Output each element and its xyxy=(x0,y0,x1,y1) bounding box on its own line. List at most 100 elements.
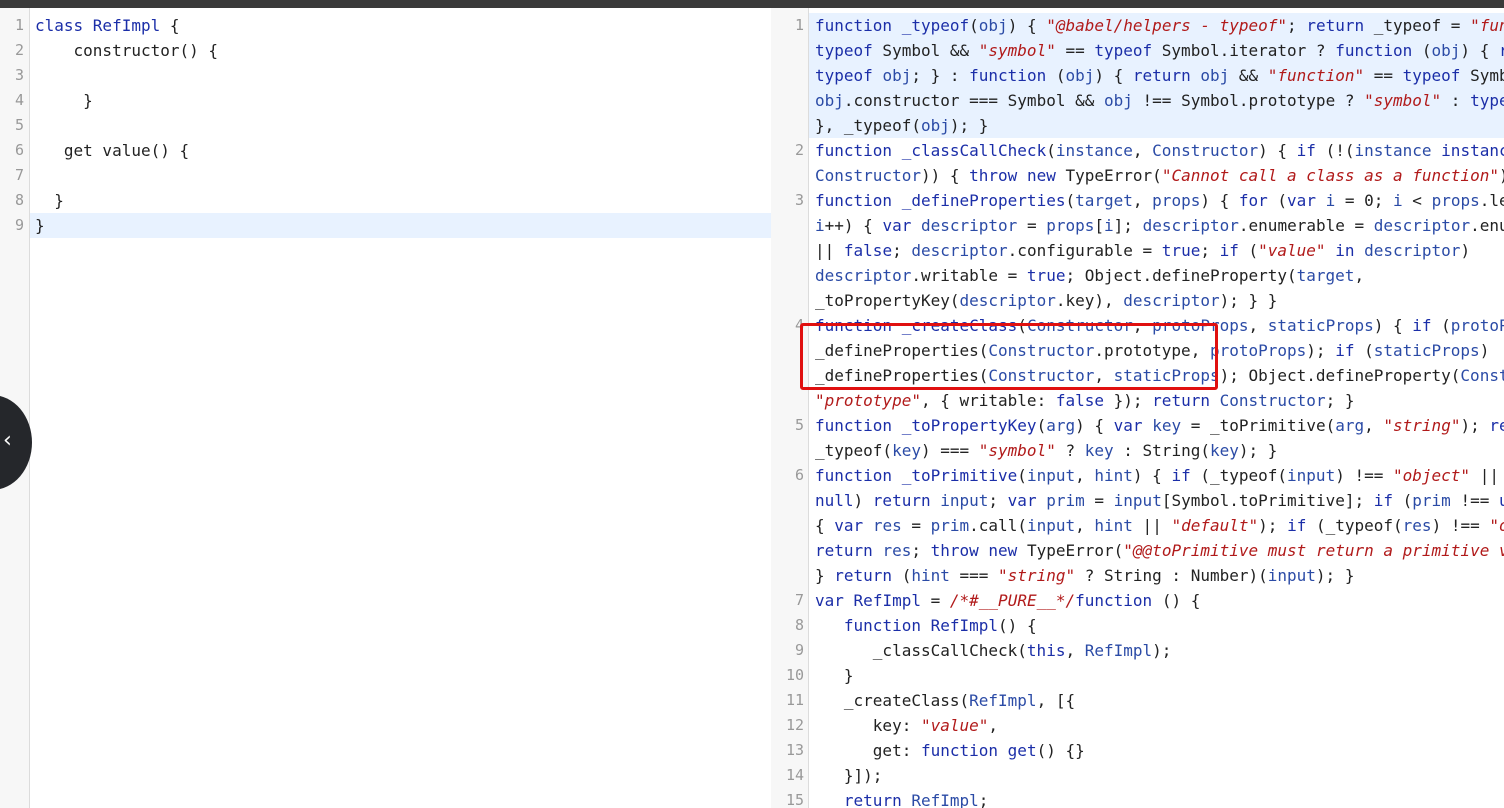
code-token: ) { xyxy=(1094,66,1133,85)
code-token: RefImpl xyxy=(853,591,921,610)
code-line[interactable]: _typeof(key) === "symbol" ? key : String… xyxy=(815,438,1277,463)
code-line[interactable]: || false; descriptor.configurable = true… xyxy=(815,238,1470,263)
line-number: 7 xyxy=(794,591,804,609)
code-token: obj xyxy=(978,16,1008,35)
code-token: (_typeof( xyxy=(1306,516,1403,535)
code-token: { xyxy=(815,516,835,535)
code-token: true xyxy=(1161,241,1201,260)
code-token: ) xyxy=(1460,241,1471,260)
code-token: res xyxy=(882,541,912,560)
code-line[interactable]: } return (hint === "string" ? String : N… xyxy=(815,563,1354,588)
code-token: typeof xyxy=(815,66,873,85)
code-line[interactable]: _toPropertyKey(descriptor.key), descript… xyxy=(815,288,1277,313)
code-token: , xyxy=(1075,466,1095,485)
code-line[interactable]: } xyxy=(35,188,64,213)
code-token: = 0; xyxy=(1335,191,1394,210)
code-line[interactable]: _createClass(RefImpl, [{ xyxy=(815,688,1075,713)
code-token: instance xyxy=(1055,141,1133,160)
code-token: input xyxy=(1287,466,1336,485)
code-token: ( xyxy=(1065,191,1076,210)
line-number: 13 xyxy=(785,741,804,759)
code-token: (_typeof( xyxy=(1190,466,1288,485)
code-line[interactable]: _classCallCheck(this, RefImpl); xyxy=(815,638,1172,663)
code-token: Constructor xyxy=(1219,391,1326,410)
code-line[interactable]: descriptor.writable = true; Object.defin… xyxy=(815,263,1364,288)
code-line[interactable]: function _classCallCheck(instance, Const… xyxy=(815,138,1504,163)
code-line[interactable]: { var res = prim.call(input, hint || "de… xyxy=(815,513,1504,538)
code-line[interactable]: obj.constructor === Symbol && obj !== Sy… xyxy=(815,88,1504,113)
code-token: RefImpl xyxy=(92,16,161,35)
code-line[interactable]: function _defineProperties(target, props… xyxy=(815,188,1504,213)
code-token: obj xyxy=(920,116,950,135)
code-line[interactable]: } xyxy=(815,663,854,688)
code-line[interactable]: i++) { var descriptor = props[i]; descri… xyxy=(815,213,1504,238)
code-token: .writable = xyxy=(911,266,1027,285)
code-token: Constructor xyxy=(1152,141,1259,160)
code-line[interactable]: key: "value", xyxy=(815,713,998,738)
code-token: _toPrimitive xyxy=(901,466,1018,485)
source-editor[interactable]: 1 class RefImpl {2 constructor() {3 4 } 5 6 … xyxy=(0,8,771,808)
code-line[interactable]: function _toPropertyKey(arg) { var key =… xyxy=(815,413,1504,438)
code-token: ; xyxy=(978,791,989,808)
code-line[interactable]: }]); xyxy=(815,763,883,788)
code-token: < xyxy=(1402,191,1432,210)
code-line[interactable]: get value() { xyxy=(35,138,189,163)
compiled-output-editor[interactable]: 1 function _typeof(obj) { "@babel/helpers… xyxy=(771,8,1504,808)
chevron-left-icon: ‹ xyxy=(3,428,12,453)
code-line[interactable]: typeof Symbol && "symbol" == typeof Symb… xyxy=(815,38,1504,63)
code-line[interactable]: null) return input; var prim = input[Sym… xyxy=(815,488,1504,513)
code-token: ); } } xyxy=(1499,166,1504,185)
code-line[interactable]: var RefImpl = /*#__PURE__*/function () { xyxy=(815,588,1200,613)
code-token: input xyxy=(940,491,989,510)
code-token: ; xyxy=(988,491,1008,510)
code-token: function xyxy=(815,416,902,435)
code-token: , { writable: xyxy=(920,391,1056,410)
code-token: _createClass( xyxy=(815,691,970,710)
code-line[interactable]: function _typeof(obj) { "@babel/helpers … xyxy=(815,13,1504,38)
code-token: ) { xyxy=(1132,466,1172,485)
code-token: function xyxy=(843,616,931,635)
code-line[interactable]: typeof obj; } : function (obj) { return … xyxy=(815,63,1504,88)
code-token: descriptor xyxy=(815,266,912,285)
code-line[interactable]: Constructor)) { throw new TypeError("Can… xyxy=(815,163,1504,188)
code-token: _defineProperties xyxy=(901,191,1066,210)
code-token: ) { xyxy=(1460,41,1499,60)
code-token: RefImpl xyxy=(969,691,1037,710)
code-token: return xyxy=(872,491,931,510)
code-line[interactable]: function _toPrimitive(input, hint) { if … xyxy=(815,463,1504,488)
code-token: ); } } xyxy=(1219,291,1278,310)
code-token: _toPropertyKey( xyxy=(815,291,960,310)
code-token: ) { xyxy=(1007,16,1047,35)
code-line[interactable]: } xyxy=(35,88,93,113)
code-token: "default" xyxy=(1171,516,1259,535)
code-line[interactable]: } xyxy=(35,213,45,238)
code-line[interactable]: class RefImpl { xyxy=(35,13,180,38)
line-number xyxy=(771,238,804,263)
code-line[interactable]: return res; throw new TypeError("@@toPri… xyxy=(815,538,1504,563)
code-token: true xyxy=(1026,266,1066,285)
code-token: return xyxy=(843,791,902,808)
code-token: function xyxy=(920,741,1008,760)
line-number xyxy=(771,213,804,238)
code-token: [ xyxy=(1094,216,1105,235)
code-token: && xyxy=(1229,66,1268,85)
code-token: _classCallCheck( xyxy=(815,641,1027,660)
code-token: return xyxy=(1498,41,1504,60)
code-token: if xyxy=(1412,316,1432,335)
line-number xyxy=(771,513,804,538)
code-token: function xyxy=(969,66,1047,85)
code-line[interactable]: "prototype", { writable: false }); retur… xyxy=(815,388,1354,413)
code-token: = xyxy=(1017,216,1047,235)
code-line[interactable]: get: function get() {} xyxy=(815,738,1085,763)
code-line[interactable]: constructor() { xyxy=(35,38,219,63)
code-line[interactable]: function RefImpl() { xyxy=(815,613,1037,638)
code-token: protoProps xyxy=(1209,341,1307,360)
line-number: 5 xyxy=(794,416,804,434)
code-token: ) { xyxy=(1075,416,1114,435)
code-line[interactable]: }, _typeof(obj); } xyxy=(815,113,988,138)
code-line[interactable]: return RefImpl; xyxy=(815,788,989,808)
code-token: ; xyxy=(911,541,931,560)
